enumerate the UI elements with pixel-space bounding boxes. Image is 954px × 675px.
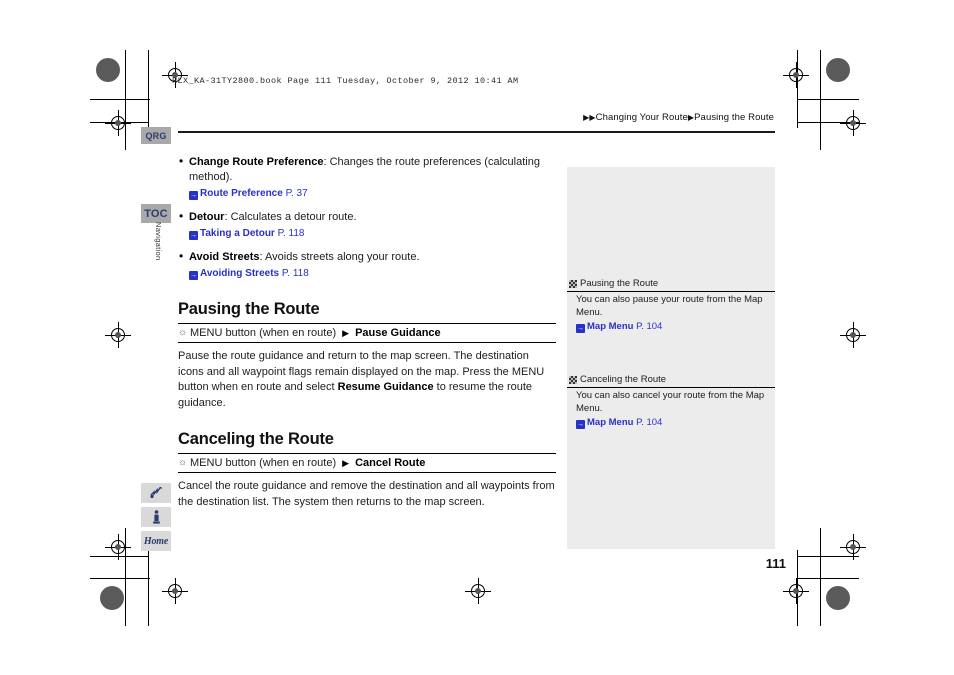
- crop-line: [820, 50, 821, 150]
- registration-mark: [840, 110, 866, 136]
- home-icon[interactable]: Home: [141, 531, 171, 551]
- option-term: Avoid Streets: [189, 251, 260, 263]
- print-header: RLX_KA-31TY2800.book Page 111 Tuesday, O…: [172, 76, 519, 86]
- note-heading-text: Canceling the Route: [580, 374, 667, 385]
- option-term: Change Route Preference: [189, 156, 324, 168]
- corner-dot: [826, 586, 850, 610]
- registration-mark: [840, 322, 866, 348]
- registration-mark: [840, 534, 866, 560]
- registration-mark: [105, 322, 131, 348]
- xref-label: Map Menu: [587, 321, 634, 332]
- option-desc: : Calculates a detour route.: [224, 211, 357, 223]
- cross-reference-link[interactable]: → Avoiding Streets P. 118: [189, 266, 556, 281]
- crop-line: [797, 99, 859, 100]
- route-options-list: Change Route Preference: Changes the rou…: [178, 154, 556, 281]
- xref-label: Taking a Detour: [200, 228, 275, 239]
- xref-page: P. 104: [636, 321, 663, 332]
- home-icon-label: Home: [143, 535, 169, 547]
- xref-arrow-icon: →: [576, 324, 585, 333]
- note-text: You can also pause your route from the M…: [576, 294, 763, 318]
- procedure-button-label: MENU button (when en route): [190, 327, 337, 339]
- xref-label: Map Menu: [587, 417, 634, 428]
- crop-line: [148, 50, 149, 128]
- cross-reference-link[interactable]: → Taking a Detour P. 118: [189, 226, 556, 241]
- section-body-canceling: Cancel the route guidance and remove the…: [178, 479, 556, 510]
- procedure-line-pausing: ☼ MENU button (when en route) ▶ Pause Gu…: [178, 323, 556, 343]
- registration-mark: [105, 110, 131, 136]
- main-content: Change Route Preference: Changes the rou…: [178, 154, 556, 510]
- cross-reference-link[interactable]: → Map Menu P. 104: [576, 416, 772, 429]
- crop-line: [90, 578, 150, 579]
- procedure-target: Pause Guidance: [355, 327, 441, 339]
- xref-arrow-icon: →: [189, 191, 198, 200]
- tab-qrg[interactable]: QRG: [141, 127, 171, 144]
- xref-arrow-icon: →: [189, 271, 198, 280]
- xref-label: Avoiding Streets: [200, 268, 280, 279]
- registration-mark: [783, 62, 809, 88]
- page-number: 111: [765, 556, 786, 571]
- section-heading-canceling: Canceling the Route: [178, 430, 334, 448]
- procedure-line-canceling: ☼ MENU button (when en route) ▶ Cancel R…: [178, 453, 556, 473]
- option-term: Detour: [189, 211, 225, 223]
- procedure-button-label: MENU button (when en route): [190, 457, 337, 469]
- corner-dot: [96, 58, 120, 82]
- cross-reference-link[interactable]: → Map Menu P. 104: [576, 320, 772, 333]
- note-body-pausing: You can also pause your route from the M…: [576, 293, 772, 333]
- corner-dot: [826, 58, 850, 82]
- section-heading-pausing: Pausing the Route: [178, 300, 320, 318]
- registration-mark: [162, 578, 188, 604]
- header-rule: [178, 131, 775, 133]
- crop-line: [90, 99, 150, 100]
- registration-mark: [105, 534, 131, 560]
- corner-dot: [100, 586, 124, 610]
- menu-button-icon: ☼: [178, 457, 188, 468]
- section-label-navigation: Navigation: [154, 222, 163, 261]
- procedure-target: Cancel Route: [355, 457, 426, 469]
- note-heading-pausing: Pausing the Route: [567, 277, 775, 292]
- crop-line: [820, 528, 821, 626]
- crop-line: [148, 550, 149, 626]
- breadcrumb-level-1: Changing Your Route: [595, 112, 688, 123]
- xref-label: Route Preference: [200, 188, 283, 199]
- option-desc: : Avoids streets along your route.: [259, 251, 420, 263]
- xref-arrow-icon: →: [189, 231, 198, 240]
- tab-toc[interactable]: TOC: [141, 204, 171, 223]
- xref-page: P. 37: [285, 188, 308, 199]
- xref-page: P. 118: [277, 228, 305, 239]
- list-item: Detour: Calculates a detour route. →Taki…: [178, 209, 556, 241]
- note-text: You can also cancel your route from the …: [576, 390, 765, 414]
- note-marker-icon: [569, 375, 577, 384]
- registration-mark: [783, 578, 809, 604]
- breadcrumb-level-2: Pausing the Route: [694, 112, 774, 123]
- procedure-arrow-icon: ▶: [342, 327, 350, 338]
- note-body-canceling: You can also cancel your route from the …: [576, 389, 772, 429]
- procedure-arrow-icon: ▶: [342, 457, 350, 468]
- cross-reference-link[interactable]: → Route Preference P. 37: [189, 186, 556, 201]
- note-heading-text: Pausing the Route: [580, 278, 659, 289]
- xref-page: P. 104: [636, 417, 663, 428]
- xref-arrow-icon: →: [576, 420, 585, 429]
- side-note-panel: Pausing the Route You can also pause you…: [567, 167, 775, 549]
- breadcrumb: ▶▶Changing Your Route▶Pausing the Route: [583, 112, 774, 123]
- information-icon[interactable]: [141, 507, 171, 527]
- body-pre: Cancel the route guidance and remove the…: [178, 480, 555, 508]
- menu-button-icon: ☼: [178, 327, 188, 338]
- xref-page: P. 118: [281, 268, 309, 279]
- note-heading-canceling: Canceling the Route: [567, 373, 775, 388]
- registration-mark: [465, 578, 491, 604]
- list-item: Change Route Preference: Changes the rou…: [178, 154, 556, 201]
- body-bold: Resume Guidance: [337, 381, 434, 393]
- note-marker-icon: [569, 279, 577, 288]
- list-item: Avoid Streets: Avoids streets along your…: [178, 249, 556, 281]
- voice-command-icon[interactable]: [141, 483, 171, 503]
- section-body-pausing: Pause the route guidance and return to t…: [178, 349, 556, 411]
